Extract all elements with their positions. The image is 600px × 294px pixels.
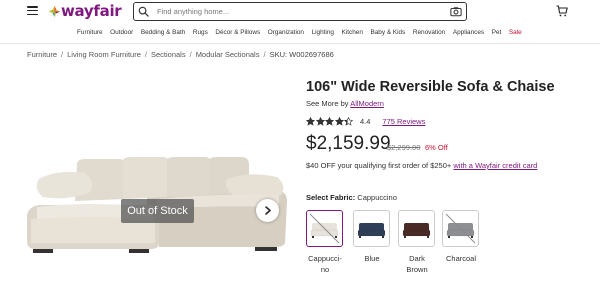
fabric-swatch-label: Cappucci-no: [308, 254, 342, 274]
site-header: wayfair: [0, 0, 600, 24]
nav-item-lighting[interactable]: Lighting: [312, 29, 334, 39]
nav-item-bedding-bath[interactable]: Bedding & Bath: [141, 29, 185, 39]
star-icon: [306, 116, 315, 126]
nav-item-pet[interactable]: Pet: [492, 29, 502, 39]
nav-item-d-cor-pillows[interactable]: Décor & Pillows: [215, 29, 260, 39]
nav-item-outdoor[interactable]: Outdoor: [110, 29, 133, 39]
chevron-right-icon: [264, 206, 271, 215]
wayfair-logo[interactable]: wayfair: [49, 2, 122, 20]
promo-line: $40 OFF your qualifying first order of $…: [306, 161, 537, 170]
swatch-sofa-icon: [402, 223, 431, 238]
search-icon[interactable]: [138, 6, 149, 17]
nav-item-renovation[interactable]: Renovation: [413, 29, 445, 39]
nav-divider: [0, 43, 600, 44]
breadcrumb-separator: /: [189, 50, 192, 59]
breadcrumb-separator: /: [144, 50, 147, 59]
fabric-selected: Cappuccino: [357, 193, 397, 202]
out-of-stock-overlay: Out of Stock: [121, 199, 194, 223]
swatch-sofa-icon: [357, 223, 386, 238]
breadcrumb: Furniture / Living Room Furniture / Sectiona…: [27, 50, 334, 59]
see-more-line: See More by AllModern: [306, 99, 384, 108]
fabric-swatch[interactable]: [398, 210, 435, 247]
fabric-swatch-label: Dark Brown: [406, 254, 428, 274]
rating-row: 4.4 775 Reviews: [306, 116, 425, 126]
logo-text: wayfair: [61, 2, 122, 20]
promo-text: $40 OFF your qualifying first order of $…: [306, 161, 452, 170]
star-icon: [325, 116, 335, 126]
star-icon: [315, 116, 325, 126]
nav-item-rugs[interactable]: Rugs: [193, 29, 208, 39]
fabric-label-title: Select Fabric:: [306, 193, 356, 202]
star-icon: [344, 116, 354, 126]
original-price: $2,299.00: [387, 143, 421, 152]
category-nav: Furniture Outdoor Bedding & Bath Rugs Décor …: [77, 29, 529, 39]
rating-value: 4.4: [359, 116, 371, 126]
breadcrumb-sku: SKU: W002697686: [269, 50, 334, 59]
nav-item-organization[interactable]: Organization: [268, 29, 304, 39]
fabric-swatch-label: Blue: [364, 254, 380, 263]
next-image-button[interactable]: [256, 199, 279, 222]
breadcrumb-separator: /: [61, 50, 64, 59]
star-rating: [306, 116, 354, 126]
camera-icon[interactable]: [450, 6, 462, 17]
discount-badge: 6% Off: [425, 143, 448, 152]
fabric-label: Select Fabric: Cappuccino: [306, 193, 397, 202]
swatch-sofa-icon: [445, 213, 476, 244]
search-input[interactable]: [157, 4, 437, 19]
product-title: 106" Wide Reversible Sofa & Chaise: [306, 79, 555, 95]
swatch-sofa-icon: [309, 213, 340, 244]
breadcrumb-item[interactable]: Modular Sectionals: [196, 50, 260, 59]
credit-card-link[interactable]: with a Wayfair credit card: [453, 161, 537, 170]
star-icon: [334, 116, 344, 126]
reviews-link[interactable]: 775 Reviews: [382, 117, 425, 126]
logo-mark-icon: [49, 5, 60, 17]
nav-item-baby-kids[interactable]: Baby & Kids: [370, 29, 405, 39]
breadcrumb-separator: /: [263, 50, 266, 59]
fabric-swatch-label: Charcoal: [445, 254, 476, 263]
fabric-swatch[interactable]: [353, 210, 390, 247]
see-more-prefix: See More by: [306, 99, 349, 108]
search-bar[interactable]: [133, 2, 467, 21]
nav-item-furniture[interactable]: Furniture: [77, 29, 103, 39]
menu-icon[interactable]: [27, 6, 38, 16]
breadcrumb-item[interactable]: Sectionals: [151, 50, 186, 59]
breadcrumb-item[interactable]: Furniture: [27, 50, 57, 59]
breadcrumb-item[interactable]: Living Room Furniture: [67, 50, 141, 59]
nav-item-sale[interactable]: Sale: [509, 29, 522, 39]
fabric-swatch[interactable]: [306, 210, 343, 247]
cart-icon[interactable]: [556, 5, 568, 17]
sale-price: $2,159.99: [306, 133, 391, 154]
nav-item-kitchen[interactable]: Kitchen: [342, 29, 363, 39]
fabric-swatch[interactable]: [442, 210, 479, 247]
nav-item-appliances[interactable]: Appliances: [453, 29, 484, 39]
brand-link[interactable]: AllModern: [350, 99, 384, 108]
